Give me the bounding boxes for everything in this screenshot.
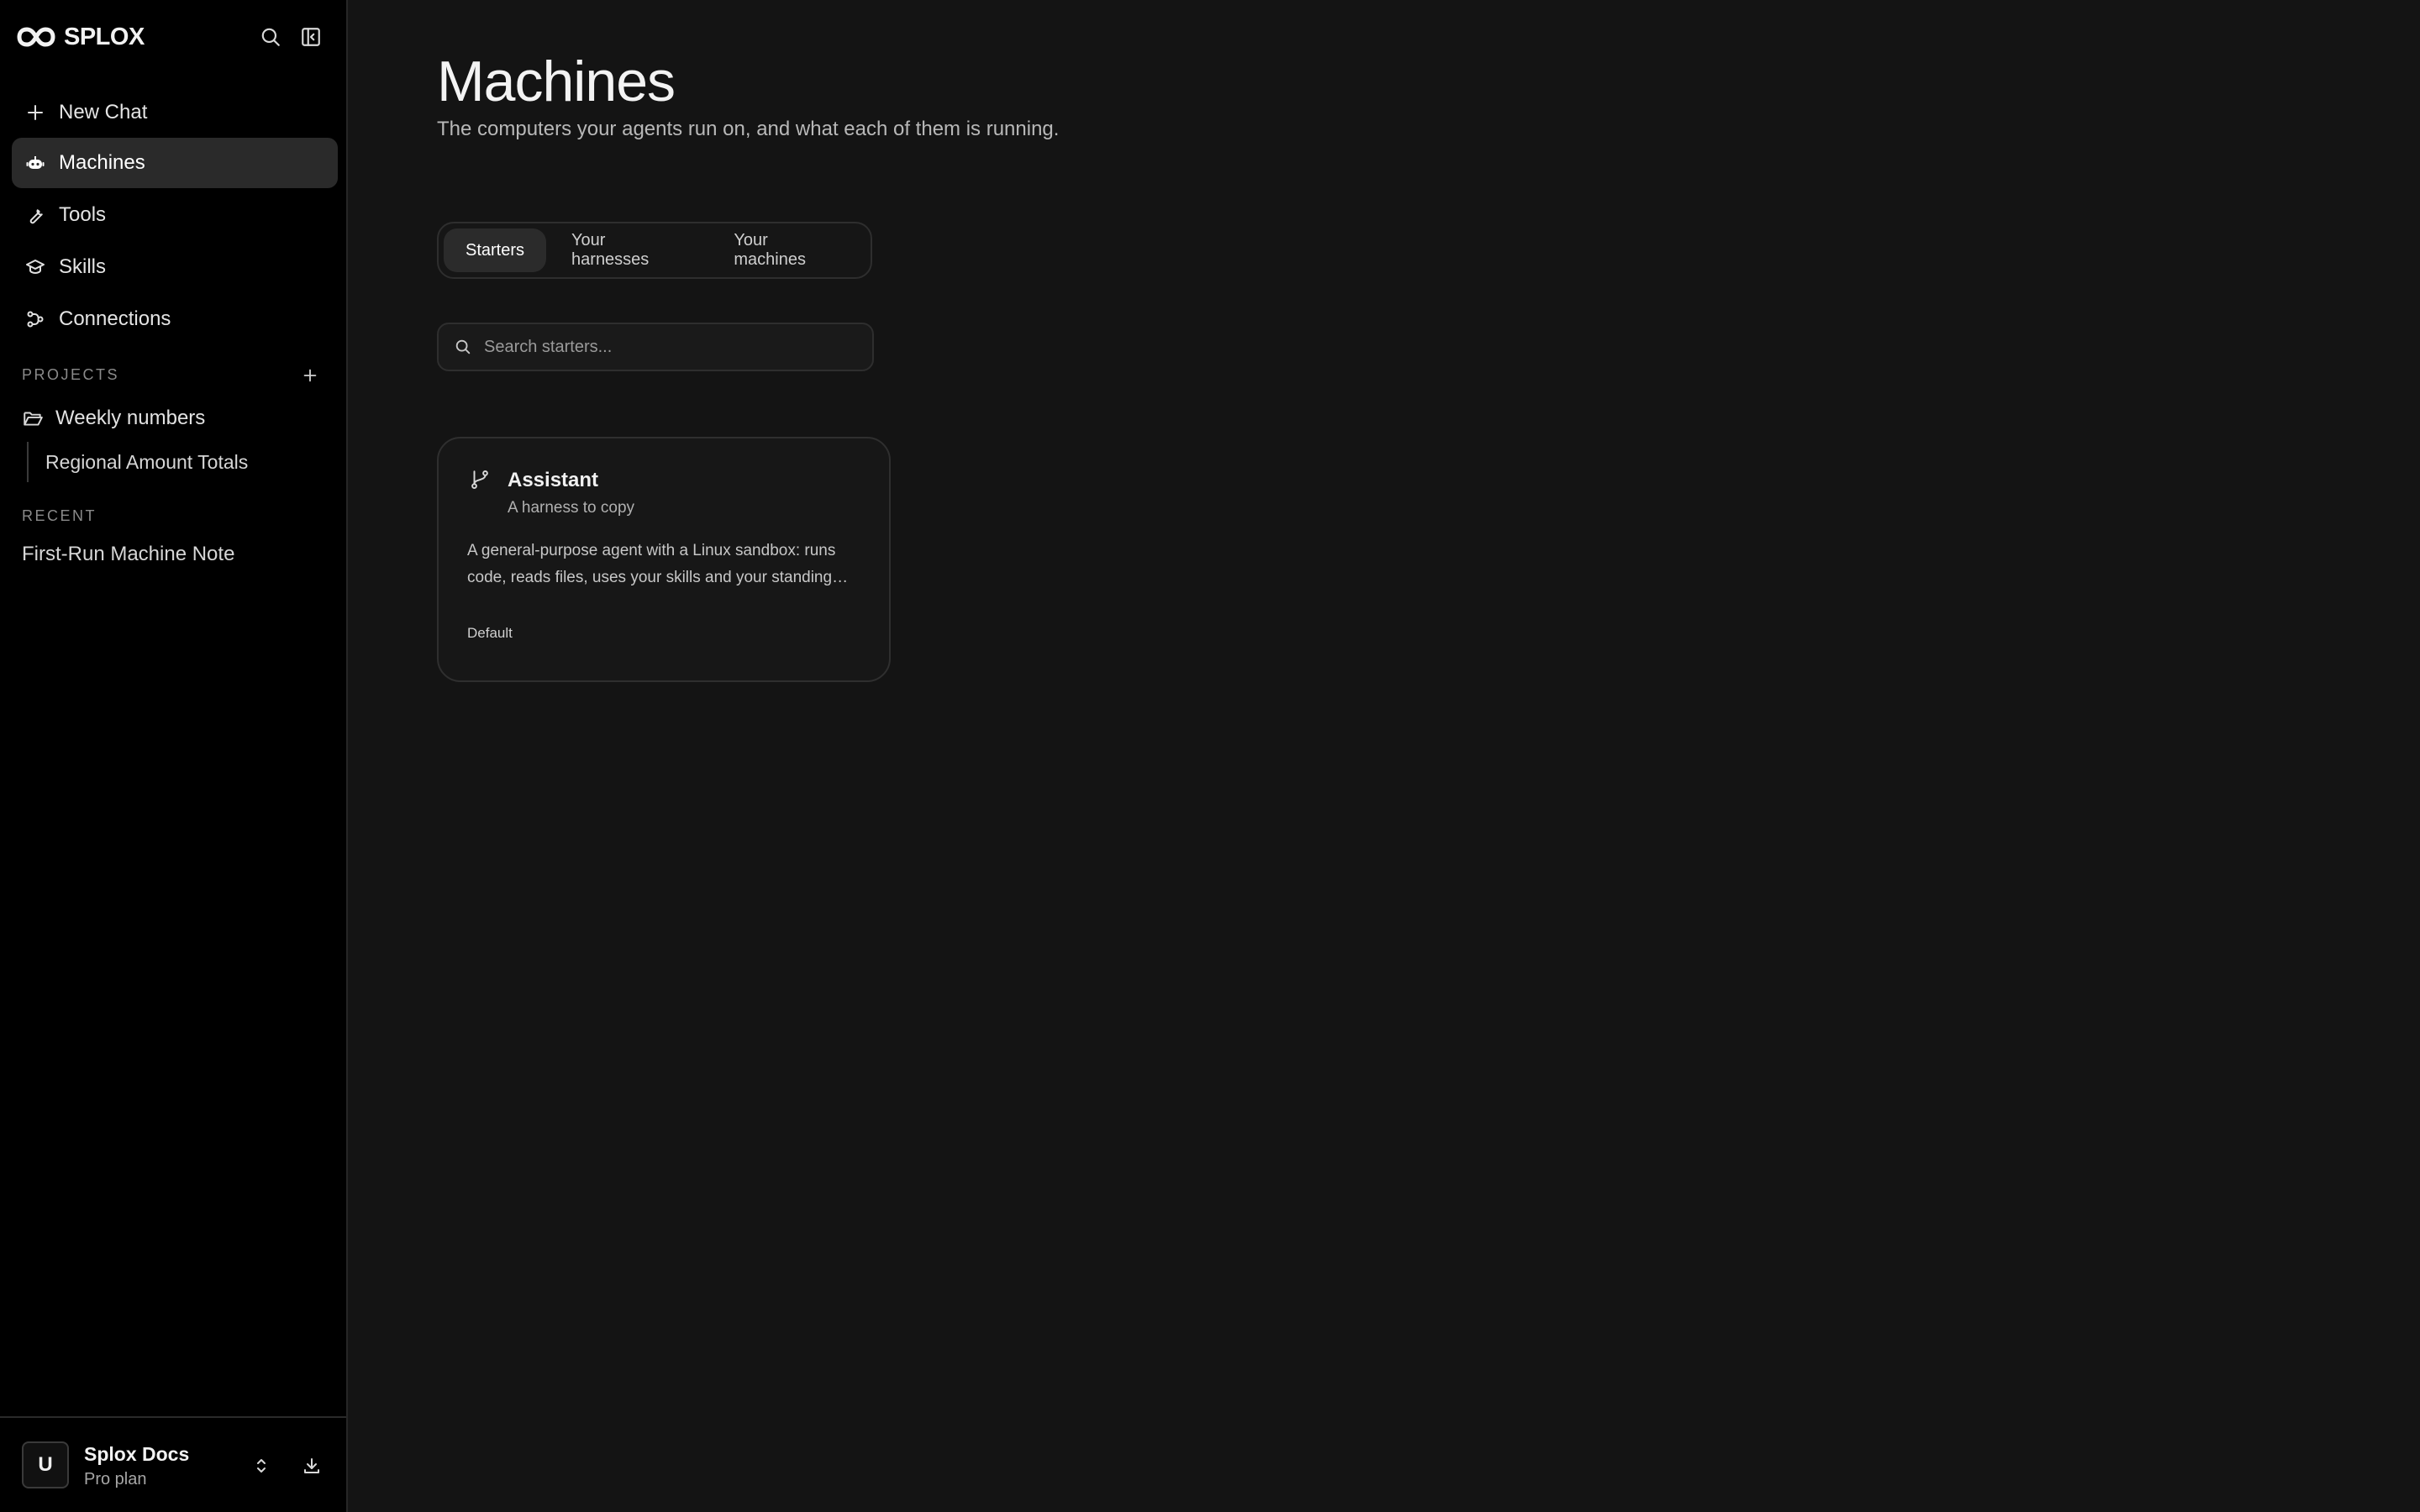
sidebar: SPLOX New Chat Machines Tools Skills Con… (0, 0, 348, 1512)
plus-icon (28, 105, 43, 120)
starter-card-assistant[interactable]: Assistant A harness to copy A general-pu… (437, 437, 891, 682)
brand-name: SPLOX (64, 23, 145, 50)
search-icon (455, 339, 471, 354)
nav-label: Skills (59, 255, 107, 278)
nav-label: Connections (59, 307, 171, 330)
tab-starters[interactable]: Starters (444, 228, 547, 272)
nav-new-chat[interactable]: New Chat (12, 87, 338, 138)
recent-section-label: RECENT (22, 507, 97, 524)
projects-section-label: PROJECTS (22, 366, 120, 383)
card-description: A general-purpose agent with a Linux san… (467, 542, 836, 586)
add-project-button[interactable] (297, 363, 323, 388)
project-chat-item[interactable]: Regional Amount Totals (45, 445, 248, 479)
chevrons-up-down-icon (257, 1459, 266, 1473)
nav-connections[interactable]: Connections (12, 294, 338, 344)
tab-your-harnesses[interactable]: Your harnesses (550, 228, 708, 272)
card-subtitle: A harness to copy (508, 499, 635, 517)
card-badge: Default (467, 625, 513, 641)
recent-chat-item[interactable]: First-Run Machine Note (22, 538, 234, 571)
account-name: Splox Docs (84, 1443, 190, 1465)
nav-label: Machines (59, 151, 145, 174)
nav-tools[interactable]: Tools (12, 190, 338, 240)
brand[interactable]: SPLOX (17, 22, 145, 52)
download-button[interactable] (297, 1452, 326, 1480)
git-branch-icon (471, 470, 488, 489)
tab-your-machines[interactable]: Your machines (712, 228, 865, 272)
connections-icon (27, 311, 44, 328)
search-icon (261, 28, 280, 46)
project-tree-line (27, 442, 29, 482)
machine-tabs: Starters Your harnesses Your machines (437, 222, 872, 279)
account-plan: Pro plan (84, 1470, 147, 1488)
sidebar-collapse-icon (302, 28, 320, 46)
graduation-cap-icon (26, 260, 45, 274)
search-button[interactable] (257, 24, 284, 50)
nav-label: New Chat (59, 101, 148, 123)
nav-label: Tools (59, 203, 107, 226)
project-label: Weekly numbers (55, 407, 206, 429)
card-title: Assistant (508, 469, 599, 491)
account-switcher-button[interactable] (247, 1452, 276, 1480)
robot-icon (26, 156, 45, 169)
nav-machines[interactable]: Machines (12, 138, 338, 188)
plus-icon (303, 369, 317, 382)
wrench-icon (29, 209, 43, 224)
account-panel: U Splox Docs Pro plan (0, 1416, 346, 1512)
search-box (437, 323, 874, 371)
avatar[interactable]: U (22, 1441, 69, 1488)
infinity-logo-icon (17, 27, 55, 47)
project-weekly-numbers[interactable]: Weekly numbers (22, 402, 205, 435)
search-input[interactable] (484, 337, 854, 357)
download-icon (304, 1458, 319, 1473)
page-title: Machines (437, 50, 676, 113)
toggle-sidebar-button[interactable] (297, 24, 324, 50)
nav-skills[interactable]: Skills (12, 242, 338, 292)
folder-open-icon (24, 412, 43, 426)
page-subtitle: The computers your agents run on, and wh… (437, 118, 1060, 140)
